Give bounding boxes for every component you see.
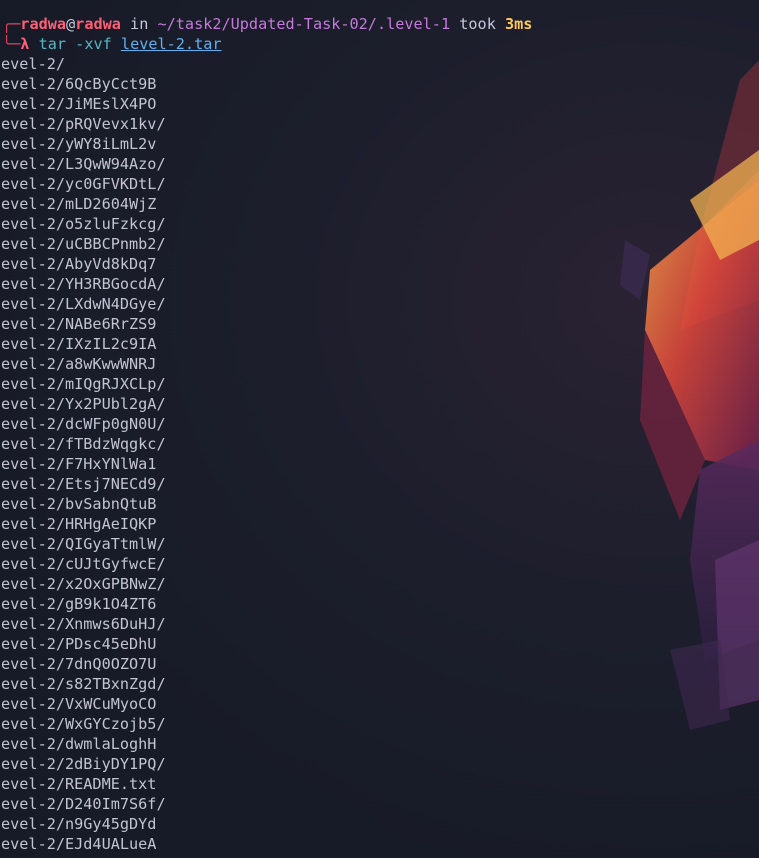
output-line: evel-2/QIGyaTtmlW/ bbox=[1, 535, 166, 553]
output-line: evel-2/uCBBCPnmb2/ bbox=[1, 235, 166, 253]
output-line: evel-2/7dnQ0OZO7U bbox=[1, 655, 157, 673]
output-line: evel-2/2dBiyDY1PQ/ bbox=[1, 755, 166, 773]
output-line: evel-2/o5zluFzkcg/ bbox=[1, 215, 166, 233]
command-text: tar -xvf bbox=[38, 35, 112, 53]
output-line: evel-2/ bbox=[1, 55, 66, 73]
output-line: evel-2/YH3RBGocdA/ bbox=[1, 275, 166, 293]
output-line: evel-2/PDsc45eDhU bbox=[1, 635, 157, 653]
output-line: evel-2/mLD2604WjZ bbox=[1, 195, 157, 213]
prompt-in-word: in bbox=[130, 15, 149, 33]
output-line: evel-2/LXdwN4DGye/ bbox=[1, 295, 166, 313]
prompt-at: @ bbox=[66, 15, 76, 33]
output-line: evel-2/gB9k1O4ZT6 bbox=[1, 595, 157, 613]
prompt-cwd: ~/task2/Updated-Task-02/.level-1 bbox=[157, 15, 451, 33]
command-output: evel-2/evel-2/6QcByCct9B evel-2/JiMEslX4P… bbox=[0, 54, 759, 854]
output-line: evel-2/F7HxYNlWa1 bbox=[1, 455, 157, 473]
output-line: evel-2/dwmlaLoghH bbox=[1, 735, 157, 753]
prompt-corner-bottom: ╰─ bbox=[2, 35, 21, 53]
command-argument-link[interactable]: level-2.tar bbox=[121, 35, 222, 53]
output-line: evel-2/HRHgAeIQKP bbox=[1, 515, 157, 533]
output-line: evel-2/EJd4UALueA bbox=[1, 835, 157, 853]
output-line: evel-2/6QcByCct9B bbox=[1, 75, 157, 93]
output-line: evel-2/Xnmws6DuHJ/ bbox=[1, 615, 166, 633]
output-line: evel-2/n9Gy45gDYd bbox=[1, 815, 157, 833]
output-line: evel-2/yc0GFVKDtL/ bbox=[1, 175, 166, 193]
terminal-window[interactable]: ╭─radwa@radwa in ~/task2/Updated-Task-02… bbox=[0, 0, 759, 858]
output-line: evel-2/WxGYCzojb5/ bbox=[1, 715, 166, 733]
output-line: evel-2/dcWFp0gN0U/ bbox=[1, 415, 166, 433]
output-line: evel-2/AbyVd8kDq7 bbox=[1, 255, 157, 273]
output-line: evel-2/cUJtGyfwcE/ bbox=[1, 555, 166, 573]
output-line: evel-2/a8wKwwWNRJ bbox=[1, 355, 157, 373]
prompt-duration: 3ms bbox=[505, 15, 533, 33]
output-line: evel-2/VxWCuMyoCO bbox=[1, 695, 157, 713]
output-line: evel-2/IXzIL2c9IA bbox=[1, 335, 157, 353]
prompt-took-word: took bbox=[459, 15, 496, 33]
output-line: evel-2/L3QwW94Azo/ bbox=[1, 155, 166, 173]
output-line: evel-2/x2OxGPBNwZ/ bbox=[1, 575, 166, 593]
prompt-corner-top: ╭─ bbox=[2, 15, 21, 33]
prompt-command-line[interactable]: ╰─λ tar -xvf level-2.tar bbox=[0, 34, 759, 54]
output-line: evel-2/NABe6RrZS9 bbox=[1, 315, 157, 333]
output-line: evel-2/Etsj7NECd9/ bbox=[1, 475, 166, 493]
output-line: evel-2/fTBdzWqgkc/ bbox=[1, 435, 166, 453]
output-line: evel-2/bvSabnQtuB bbox=[1, 495, 157, 513]
output-line: evel-2/s82TBxnZgd/ bbox=[1, 675, 166, 693]
output-line: evel-2/yWY8iLmL2v bbox=[1, 135, 157, 153]
prompt-info-line: ╭─radwa@radwa in ~/task2/Updated-Task-02… bbox=[0, 14, 759, 34]
output-line: evel-2/Yx2PUbl2gA/ bbox=[1, 395, 166, 413]
output-line: evel-2/mIQgRJXCLp/ bbox=[1, 375, 166, 393]
output-line: evel-2/README.txt bbox=[1, 775, 157, 793]
prompt-lambda-symbol: λ bbox=[20, 35, 30, 53]
output-line: evel-2/D240Im7S6f/ bbox=[1, 795, 166, 813]
output-line: evel-2/JiMEslX4PO bbox=[1, 95, 157, 113]
prompt-host: radwa bbox=[75, 15, 121, 33]
output-line: evel-2/pRQVevx1kv/ bbox=[1, 115, 166, 133]
prompt-user: radwa bbox=[20, 15, 67, 33]
